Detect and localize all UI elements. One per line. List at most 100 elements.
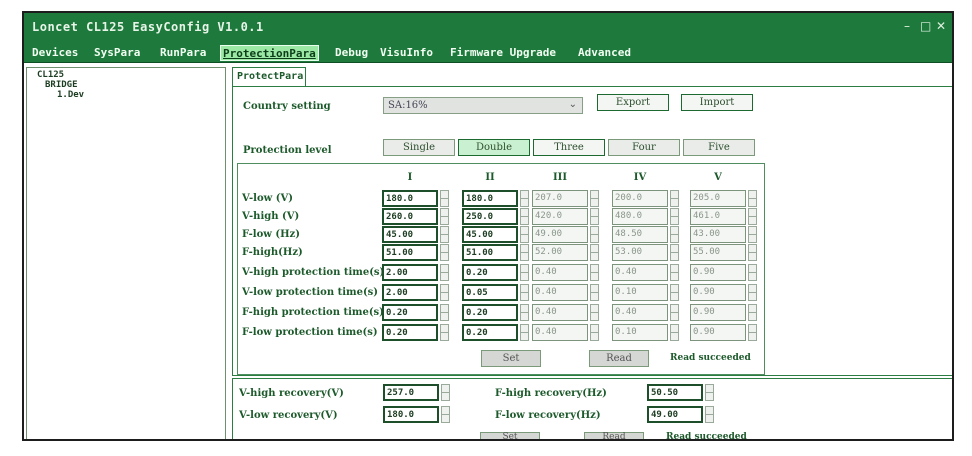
- value-field[interactable]: 0.90: [690, 284, 746, 301]
- fhigh-recovery-value[interactable]: 50.50: [647, 384, 703, 401]
- spin-arrows-icon[interactable]: [748, 304, 757, 321]
- tab-protectpara[interactable]: ProtectPara: [232, 67, 306, 87]
- menu-debug[interactable]: Debug: [333, 45, 370, 61]
- value-stepper[interactable]: 52.00: [532, 244, 599, 261]
- value-field[interactable]: 0.20: [382, 324, 438, 341]
- value-stepper[interactable]: 205.0: [690, 190, 757, 207]
- spin-arrows-icon[interactable]: [441, 406, 450, 423]
- menu-advanced[interactable]: Advanced: [576, 45, 633, 61]
- import-button[interactable]: Import: [681, 94, 753, 111]
- value-field[interactable]: 0.40: [612, 304, 668, 321]
- value-stepper[interactable]: 51.00: [382, 244, 449, 261]
- value-field[interactable]: 0.40: [532, 324, 588, 341]
- spin-arrows-icon[interactable]: [590, 226, 599, 243]
- value-field[interactable]: 207.0: [532, 190, 588, 207]
- value-field[interactable]: 0.40: [532, 284, 588, 301]
- spin-arrows-icon[interactable]: [748, 244, 757, 261]
- spin-arrows-icon[interactable]: [670, 190, 679, 207]
- spin-arrows-icon[interactable]: [748, 226, 757, 243]
- value-field[interactable]: 48.50: [612, 226, 668, 243]
- value-field[interactable]: 0.40: [532, 304, 588, 321]
- level-four-button[interactable]: Four: [608, 139, 680, 156]
- value-stepper[interactable]: 200.0: [612, 190, 679, 207]
- value-field[interactable]: 480.0: [612, 208, 668, 225]
- country-select[interactable]: SA:16% ⌄: [383, 97, 583, 114]
- value-field[interactable]: 0.90: [690, 264, 746, 281]
- value-stepper[interactable]: 207.0: [532, 190, 599, 207]
- value-stepper[interactable]: 49.00: [532, 226, 599, 243]
- protection-read-button[interactable]: Read: [589, 350, 649, 367]
- value-field[interactable]: 260.0: [382, 208, 438, 225]
- value-field[interactable]: 45.00: [462, 226, 518, 243]
- value-stepper[interactable]: 420.0: [532, 208, 599, 225]
- menu-protectionpara[interactable]: ProtectionPara: [220, 45, 319, 61]
- spin-arrows-icon[interactable]: [441, 384, 450, 401]
- value-field[interactable]: 0.90: [690, 304, 746, 321]
- value-stepper[interactable]: 0.40: [532, 324, 599, 341]
- value-stepper[interactable]: 0.20: [462, 324, 529, 341]
- spin-arrows-icon[interactable]: [520, 324, 529, 341]
- tree-root[interactable]: CL125: [37, 70, 64, 80]
- menu-firmware-upgrade[interactable]: Firmware Upgrade: [448, 45, 558, 61]
- spin-arrows-icon[interactable]: [748, 324, 757, 341]
- spin-arrows-icon[interactable]: [440, 284, 449, 301]
- value-stepper[interactable]: 43.00: [690, 226, 757, 243]
- value-stepper[interactable]: 55.00: [690, 244, 757, 261]
- level-three-button[interactable]: Three: [533, 139, 605, 156]
- spin-arrows-icon[interactable]: [520, 190, 529, 207]
- spin-arrows-icon[interactable]: [748, 264, 757, 281]
- spin-arrows-icon[interactable]: [440, 244, 449, 261]
- value-field[interactable]: 205.0: [690, 190, 746, 207]
- menu-devices[interactable]: Devices: [30, 45, 80, 61]
- spin-arrows-icon[interactable]: [670, 264, 679, 281]
- value-field[interactable]: 420.0: [532, 208, 588, 225]
- value-field[interactable]: 200.0: [612, 190, 668, 207]
- protection-set-button[interactable]: Set: [481, 350, 541, 367]
- flow-recovery-stepper[interactable]: 49.00: [647, 406, 714, 423]
- spin-arrows-icon[interactable]: [590, 244, 599, 261]
- spin-arrows-icon[interactable]: [705, 384, 714, 401]
- spin-arrows-icon[interactable]: [520, 264, 529, 281]
- value-stepper[interactable]: 51.00: [462, 244, 529, 261]
- value-field[interactable]: 0.10: [612, 324, 668, 341]
- value-stepper[interactable]: 260.0: [382, 208, 449, 225]
- value-stepper[interactable]: 53.00: [612, 244, 679, 261]
- value-field[interactable]: 0.10: [612, 284, 668, 301]
- value-stepper[interactable]: 0.40: [532, 304, 599, 321]
- value-stepper[interactable]: 0.20: [382, 304, 449, 321]
- value-stepper[interactable]: 180.0: [462, 190, 529, 207]
- spin-arrows-icon[interactable]: [748, 190, 757, 207]
- spin-arrows-icon[interactable]: [670, 324, 679, 341]
- level-single-button[interactable]: Single: [383, 139, 455, 156]
- value-stepper[interactable]: 2.00: [382, 284, 449, 301]
- spin-arrows-icon[interactable]: [670, 208, 679, 225]
- value-stepper[interactable]: 0.90: [690, 324, 757, 341]
- spin-arrows-icon[interactable]: [520, 244, 529, 261]
- close-icon[interactable]: ✕: [936, 19, 946, 33]
- minimize-icon[interactable]: –: [904, 19, 910, 33]
- spin-arrows-icon[interactable]: [590, 284, 599, 301]
- value-field[interactable]: 0.20: [462, 304, 518, 321]
- maximize-icon[interactable]: □: [920, 19, 931, 33]
- level-double-button[interactable]: Double: [458, 139, 530, 156]
- recovery-read-button[interactable]: Read: [584, 432, 644, 439]
- value-field[interactable]: 43.00: [690, 226, 746, 243]
- value-field[interactable]: 461.0: [690, 208, 746, 225]
- value-stepper[interactable]: 461.0: [690, 208, 757, 225]
- title-bar[interactable]: Loncet CL125 EasyConfig V1.0.1 – □ ✕: [24, 13, 952, 43]
- value-stepper[interactable]: 45.00: [462, 226, 529, 243]
- value-field[interactable]: 0.40: [532, 264, 588, 281]
- value-stepper[interactable]: 0.10: [612, 284, 679, 301]
- value-stepper[interactable]: 0.20: [382, 324, 449, 341]
- tree-node-bridge[interactable]: BRIDGE: [45, 80, 78, 90]
- value-stepper[interactable]: 180.0: [382, 190, 449, 207]
- value-stepper[interactable]: 480.0: [612, 208, 679, 225]
- flow-recovery-value[interactable]: 49.00: [647, 406, 703, 423]
- spin-arrows-icon[interactable]: [670, 284, 679, 301]
- spin-arrows-icon[interactable]: [590, 190, 599, 207]
- spin-arrows-icon[interactable]: [705, 406, 714, 423]
- value-stepper[interactable]: 0.05: [462, 284, 529, 301]
- export-button[interactable]: Export: [597, 94, 669, 111]
- value-field[interactable]: 45.00: [382, 226, 438, 243]
- level-five-button[interactable]: Five: [683, 139, 755, 156]
